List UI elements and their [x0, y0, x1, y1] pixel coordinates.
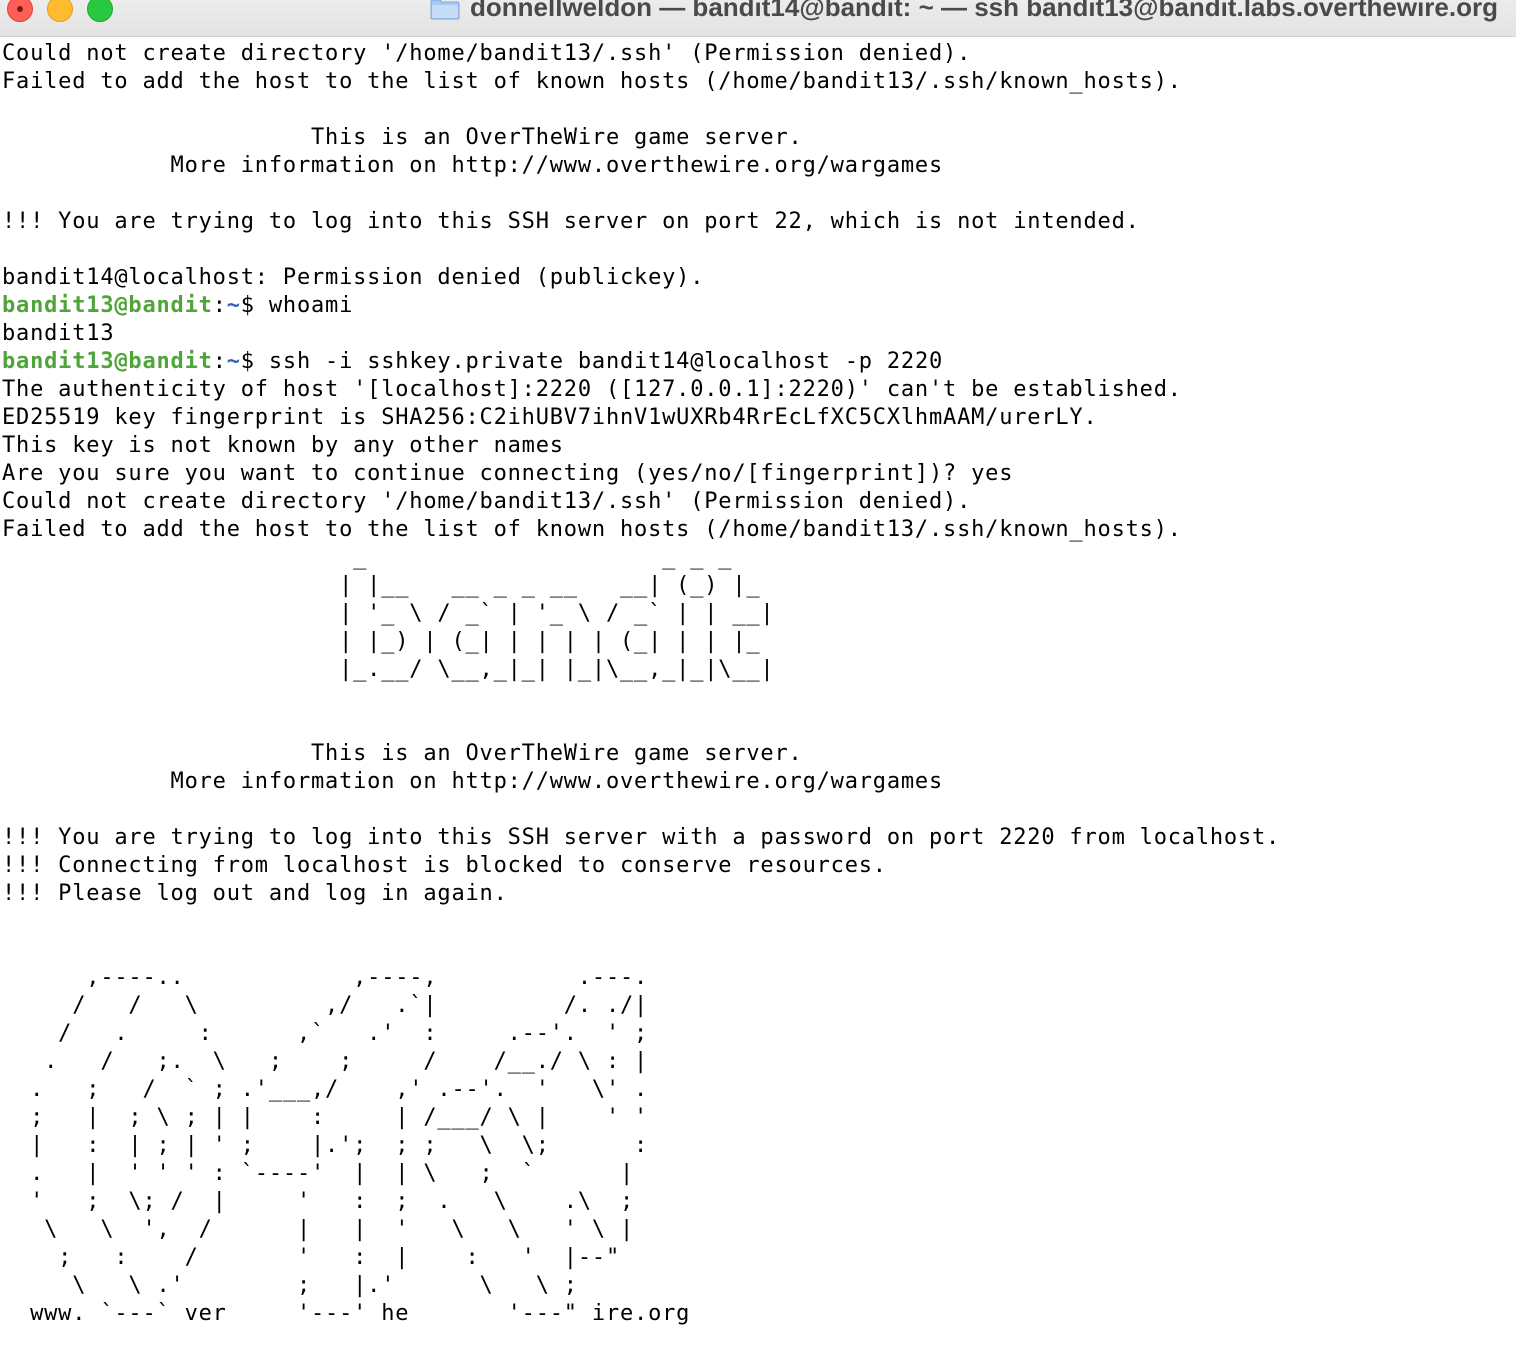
- terminal-line: Failed to add the host to the list of kn…: [2, 69, 1182, 94]
- terminal-line: . | ' ' ' : `----' | | \ ; ` |: [2, 1161, 635, 1186]
- prompt-symbol: $: [240, 349, 269, 374]
- zoom-button[interactable]: [87, 0, 113, 22]
- terminal-line: !!! Please log out and log in again.: [2, 881, 508, 906]
- prompt-symbol: $: [240, 293, 269, 318]
- terminal-line: |_.__/ \__,_|_| |_|\__,_|_|\__|: [2, 657, 775, 682]
- terminal-line: Failed to add the host to the list of kn…: [2, 517, 1182, 542]
- terminal-line: Are you sure you want to continue connec…: [2, 461, 1014, 486]
- terminal-line: This key is not known by any other names: [2, 433, 564, 458]
- terminal-output[interactable]: Could not create directory '/home/bandit…: [2, 40, 1512, 1358]
- terminal-line: \ \ .' ; |.' \ \ ;: [2, 1273, 578, 1298]
- terminal-line: Could not create directory '/home/bandit…: [2, 41, 972, 66]
- terminal-line: / . : ,` .' : .--'. ' ;: [2, 1021, 649, 1046]
- terminal-line: / / \ ,/ .`| /. ./|: [2, 993, 649, 1018]
- command-text: whoami: [268, 293, 354, 318]
- terminal-line: _ _ _ _: [2, 545, 733, 570]
- terminal-line: !!! You are trying to log into this SSH …: [2, 825, 1281, 850]
- terminal-line: . ; / ` ; .'___,/ ,' .--'. ' \' .: [2, 1077, 649, 1102]
- prompt-path: ~: [226, 293, 241, 318]
- terminal-line: bandit14@localhost: Permission denied (p…: [2, 265, 705, 290]
- terminal-command-line: bandit13@bandit:~$ whoami: [2, 292, 1512, 320]
- prompt-separator: :: [212, 293, 227, 318]
- prompt-user: bandit13@bandit: [2, 349, 213, 374]
- prompt-path: ~: [226, 349, 241, 374]
- terminal-line: More information on http://www.overthewi…: [2, 153, 944, 178]
- prompt-user: bandit13@bandit: [2, 293, 213, 318]
- terminal-line: ED25519 key fingerprint is SHA256:C2ihUB…: [2, 405, 1098, 430]
- command-text: ssh -i sshkey.private bandit14@localhost…: [268, 349, 944, 374]
- terminal-line: . / ;. \ ; ; / /__./ \ : |: [2, 1049, 649, 1074]
- terminal-line: Could not create directory '/home/bandit…: [2, 489, 972, 514]
- minimize-button[interactable]: [47, 0, 73, 22]
- terminal-line: | |__ __ _ _ __ __| (_) |_: [2, 573, 761, 598]
- close-icon: [17, 6, 23, 12]
- terminal-line: | |_) | (_| | | | | (_| | | |_: [2, 629, 761, 654]
- terminal-command-line: bandit13@bandit:~$ ssh -i sshkey.private…: [2, 348, 1512, 376]
- terminal-line: bandit13: [2, 321, 115, 346]
- prompt-separator: :: [212, 349, 227, 374]
- terminal-line: This is an OverTheWire game server.: [2, 125, 803, 150]
- terminal-line: | : | ; | ' ; |.'; ; ; \ \; :: [2, 1133, 649, 1158]
- terminal-line: This is an OverTheWire game server.: [2, 741, 803, 766]
- folder-icon: [430, 0, 460, 20]
- window-title: donnellweldon — bandit14@bandit: ~ — ssh…: [470, 0, 1498, 22]
- terminal-line: ' ; \; / | ' : ; . \ .\ ;: [2, 1189, 635, 1214]
- close-button[interactable]: [7, 0, 33, 22]
- terminal-line: ; : / ' : | : ' |--": [2, 1245, 620, 1270]
- terminal-line: | '_ \ / _` | '_ \ / _` | | __|: [2, 601, 775, 626]
- terminal-line: !!! Connecting from localhost is blocked…: [2, 853, 887, 878]
- terminal-line: ,----.. ,----, .---.: [2, 965, 649, 990]
- terminal-line: ; | ; \ ; | | : | /___/ \ | ' ': [2, 1105, 649, 1130]
- terminal-line: www. `---` ver '---' he '---" ire.org: [2, 1301, 691, 1326]
- terminal-line: The authenticity of host '[localhost]:22…: [2, 377, 1182, 402]
- terminal-line: !!! You are trying to log into this SSH …: [2, 209, 1140, 234]
- terminal-line: \ \ ', / | | ' \ \ ' \ |: [2, 1217, 635, 1242]
- title-bar[interactable]: donnellweldon — bandit14@bandit: ~ — ssh…: [0, 0, 1516, 37]
- terminal-window: donnellweldon — bandit14@bandit: ~ — ssh…: [0, 0, 1516, 1360]
- terminal-line: More information on http://www.overthewi…: [2, 769, 944, 794]
